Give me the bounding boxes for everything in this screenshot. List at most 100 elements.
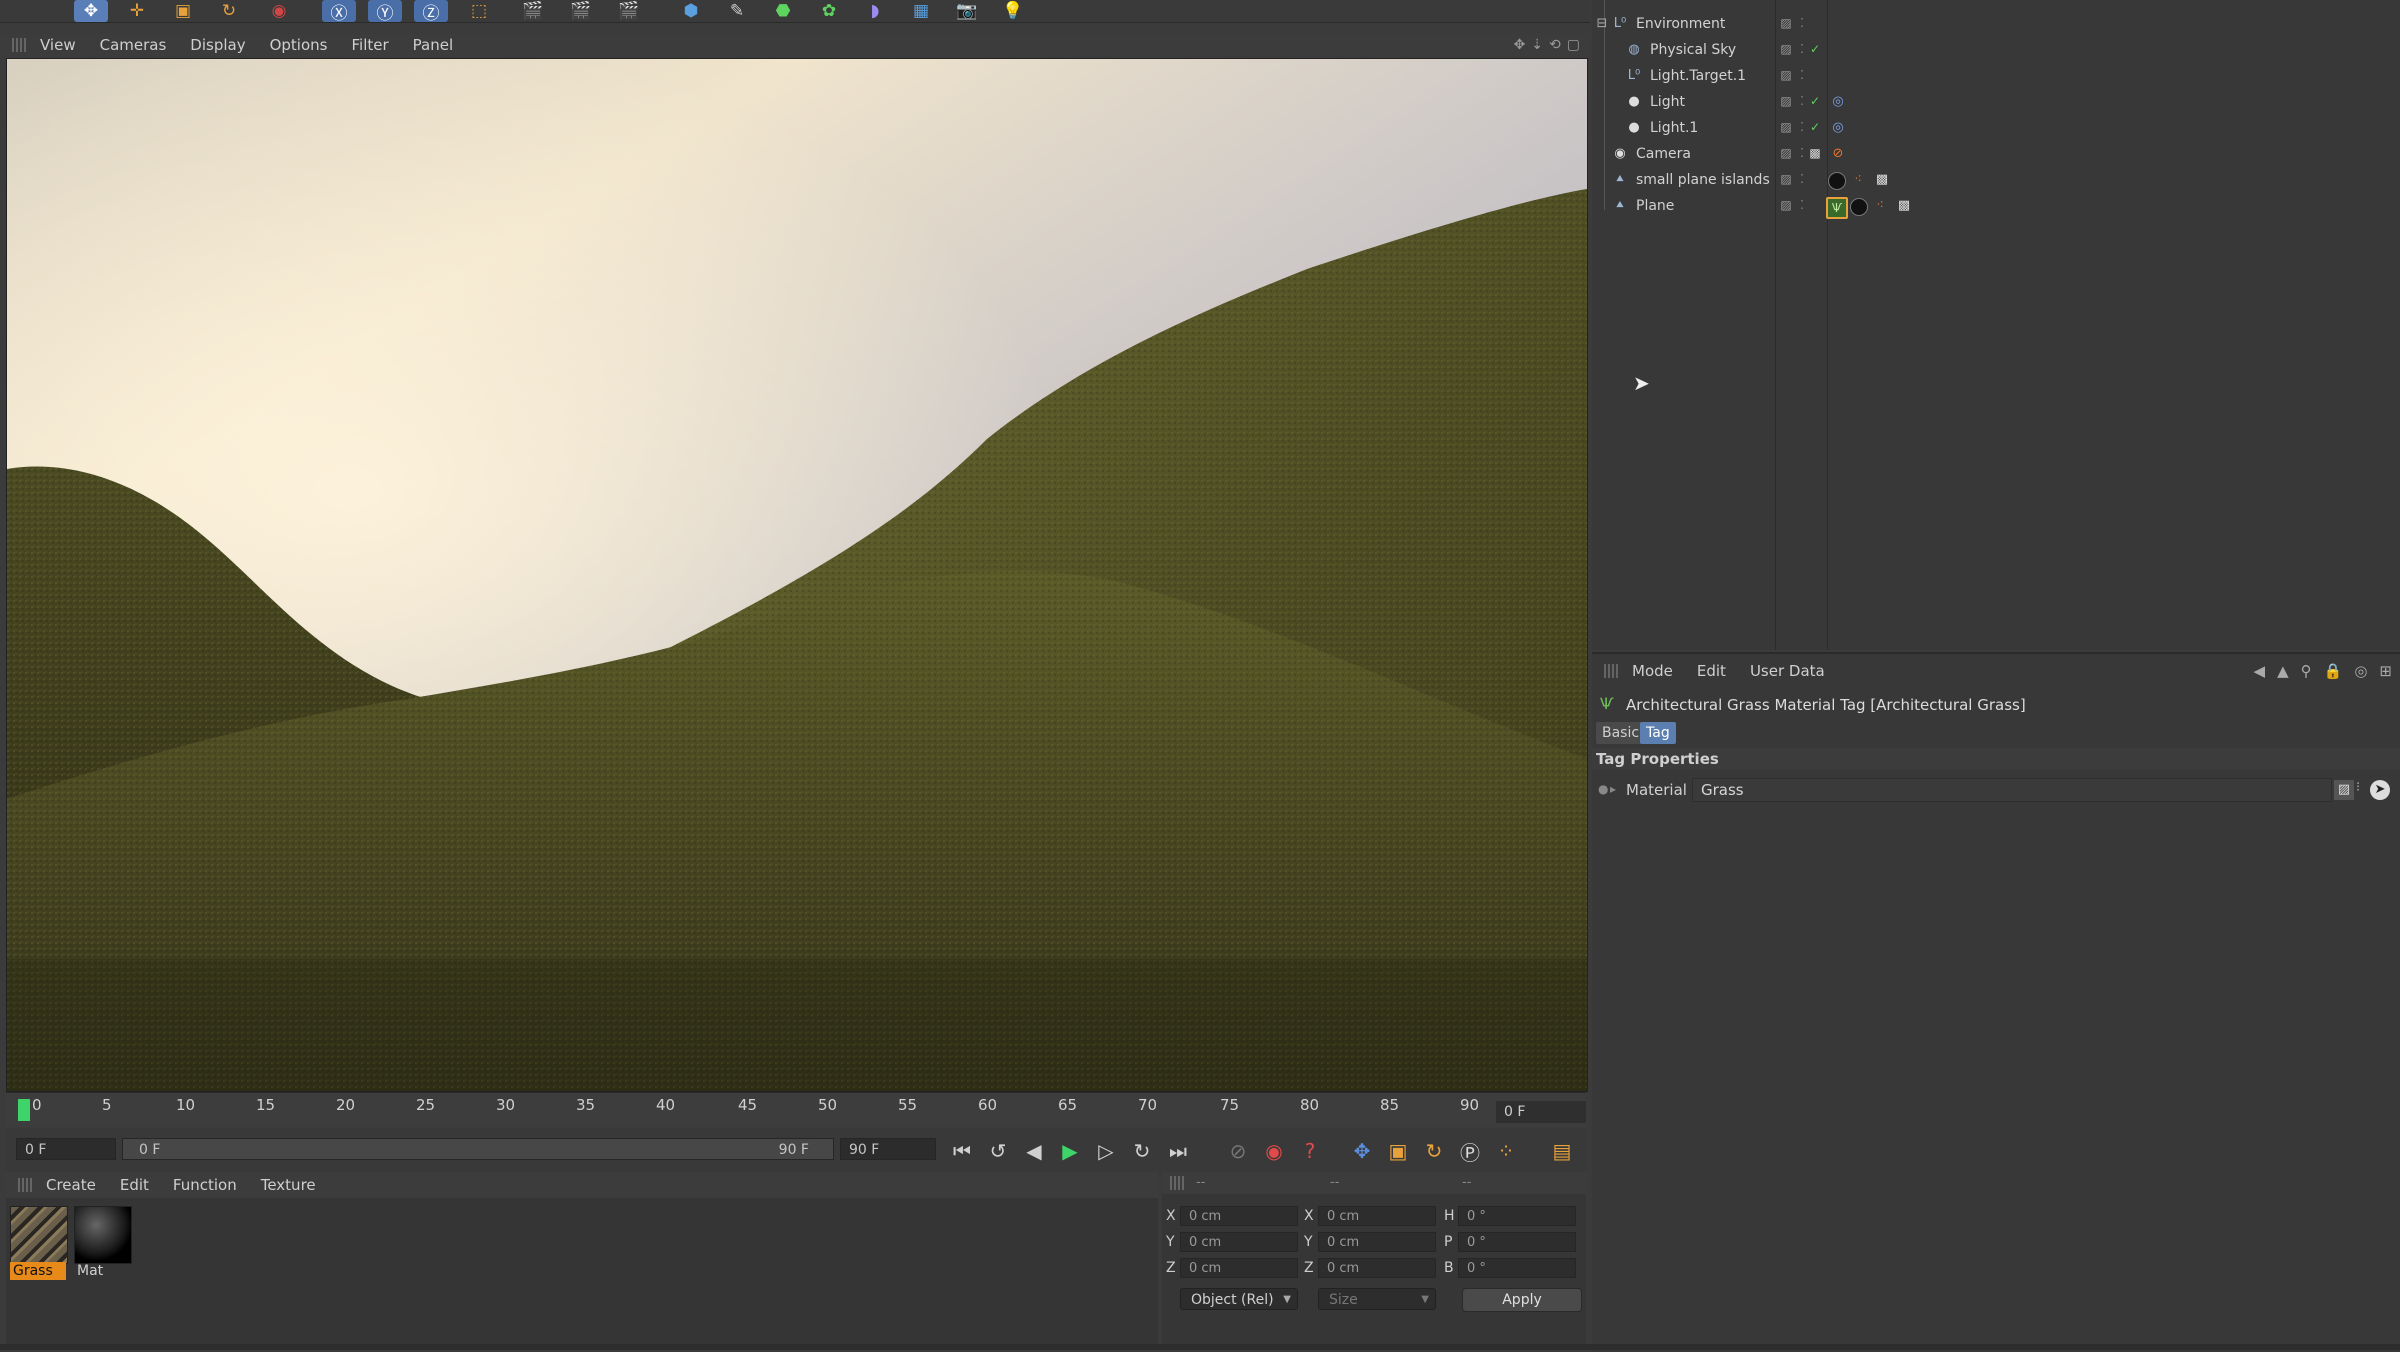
playhead-marker[interactable] (18, 1099, 30, 1121)
menu-create[interactable]: Create (46, 1176, 96, 1194)
panel-grip-icon[interactable] (18, 1178, 32, 1192)
previous-key-icon[interactable]: ↺ (982, 1135, 1014, 1167)
visibility-icon[interactable]: ▨ (1779, 42, 1793, 56)
enabled-check-icon[interactable]: ✓ (1808, 120, 1822, 134)
spline-pen-icon[interactable]: ✎ (720, 0, 754, 22)
menu-edit[interactable]: Edit (1697, 662, 1726, 680)
light-icon[interactable]: 💡 (996, 0, 1030, 22)
rotation-p-field[interactable]: 0 ° (1458, 1232, 1576, 1252)
tab-basic[interactable]: Basic (1596, 722, 1646, 744)
visibility-icon[interactable]: ▨ (1779, 16, 1793, 30)
key-scale-icon[interactable]: ▣ (1382, 1135, 1414, 1167)
play-icon[interactable]: ▶ (1054, 1135, 1086, 1167)
next-frame-icon[interactable]: ▷ (1090, 1135, 1122, 1167)
material-label[interactable]: Grass (10, 1262, 66, 1280)
position-x-field[interactable]: 0 cm (1180, 1206, 1298, 1226)
menu-function[interactable]: Function (173, 1176, 237, 1194)
rotate-tool-2-icon[interactable]: ↻ (212, 0, 246, 22)
layer-dots-icon[interactable]: ⁚ (1795, 172, 1809, 186)
viewport[interactable] (6, 58, 1588, 1092)
coordinate-mode-dropdown[interactable]: Object (Rel) ▼ (1180, 1288, 1298, 1310)
options-dots-icon[interactable]: ⁝ (2356, 780, 2360, 795)
material-link-field[interactable]: Grass (1692, 778, 2332, 802)
render-view-icon[interactable]: 🎬 (516, 0, 550, 22)
next-key-icon[interactable]: ↻ (1126, 1135, 1158, 1167)
key-param-icon[interactable]: Ⓟ (1454, 1135, 1486, 1167)
protection-tag-icon[interactable]: ⊘ (1828, 144, 1848, 164)
phong-tag-icon[interactable]: ⁖ (1848, 170, 1868, 190)
subdivision-icon[interactable]: ⬣ (766, 0, 800, 22)
menu-texture[interactable]: Texture (261, 1176, 316, 1194)
object-row-camera[interactable]: ◉ Camera ▨ ⁚ ▩ ⊘ (1592, 142, 2400, 168)
position-z-field[interactable]: 0 cm (1180, 1258, 1298, 1278)
go-to-start-icon[interactable]: ⏮ (946, 1135, 978, 1167)
dolly-icon[interactable]: ⇣ (1531, 37, 1543, 53)
menu-edit[interactable]: Edit (120, 1176, 149, 1194)
enabled-check-icon[interactable]: ✓ (1808, 42, 1822, 56)
orbit-icon[interactable]: ⟲ (1549, 37, 1561, 53)
pick-material-icon[interactable]: ➤ (2370, 780, 2390, 800)
scale-tool-icon[interactable]: ✛ (120, 0, 154, 22)
axis-z-icon[interactable]: Ⓩ (414, 0, 448, 24)
camera-icon[interactable]: 📷 (950, 0, 984, 22)
end-frame-field[interactable]: 90 F (840, 1138, 936, 1160)
panel-grip-icon[interactable] (12, 38, 26, 52)
menu-filter[interactable]: Filter (351, 36, 388, 54)
size-z-field[interactable]: 0 cm (1318, 1258, 1436, 1278)
range-slider[interactable]: 0 F 90 F (122, 1138, 834, 1160)
layer-dots-icon[interactable]: ⁚ (1795, 94, 1809, 108)
menu-user-data[interactable]: User Data (1750, 662, 1825, 680)
render-picture-viewer-icon[interactable]: 🎬 (564, 0, 598, 22)
apply-button[interactable]: Apply (1462, 1288, 1582, 1312)
rotation-b-field[interactable]: 0 ° (1458, 1258, 1576, 1278)
array-icon[interactable]: ✿ (812, 0, 846, 22)
target-tag-icon[interactable]: ◎ (1828, 118, 1848, 138)
render-settings-icon[interactable]: 🎬 (612, 0, 646, 22)
floor-icon[interactable]: ▦ (904, 0, 938, 22)
record-icon[interactable]: ◉ (262, 0, 296, 22)
layer-dots-icon[interactable]: ⁚ (1795, 198, 1809, 212)
object-row-physical-sky[interactable]: ◍ Physical Sky ▨ ⁚ ✓ (1592, 38, 2400, 64)
pan-icon[interactable]: ✥ (1514, 37, 1526, 53)
object-row-environment[interactable]: ⊟ L⁰ Environment ▨ ⁚ (1592, 12, 2400, 38)
material-swatch-mat[interactable] (74, 1206, 132, 1264)
cube-icon[interactable]: ⬢ (674, 0, 708, 22)
deformer-icon[interactable]: ◗ (858, 0, 892, 22)
layer-dots-icon[interactable]: ⁚ (1795, 120, 1809, 134)
key-rotation-icon[interactable]: ↻ (1418, 1135, 1450, 1167)
object-row-light[interactable]: ● Light ▨ ⁚ ✓ ◎ (1592, 90, 2400, 116)
panel-grip-icon[interactable] (1604, 664, 1618, 678)
panel-grip-icon[interactable] (1170, 1176, 1184, 1190)
rotation-h-field[interactable]: 0 ° (1458, 1206, 1576, 1226)
new-panel-icon[interactable]: ⊞ (2379, 662, 2392, 680)
object-row-small-plane-islands[interactable]: ⯅ small plane islands ▨ ⁚ ⁖ ▩ (1592, 168, 2400, 194)
layer-dots-icon[interactable]: ⁚ (1795, 16, 1809, 30)
axis-y-icon[interactable]: Ⓨ (368, 0, 402, 24)
start-frame-field[interactable]: 0 F (16, 1138, 116, 1160)
material-tag-icon[interactable] (1850, 198, 1868, 216)
phong-tag-icon[interactable]: ⁖ (1870, 196, 1890, 216)
object-row-plane[interactable]: ⯅ Plane ▨ ⁚ Ѱ ⁖ ▩ (1592, 194, 2400, 220)
collapse-icon[interactable]: ⊟ (1594, 16, 1610, 32)
timeline-ruler[interactable]: 0 5 10 15 20 25 30 35 40 45 50 55 60 65 … (6, 1092, 1586, 1127)
object-row-light-1[interactable]: ● Light.1 ▨ ⁚ ✓ ◎ (1592, 116, 2400, 142)
target-icon[interactable]: ◎ (2354, 662, 2367, 680)
compositing-tag-icon[interactable]: ▩ (1894, 196, 1914, 216)
lock-icon[interactable]: 🔒 (2324, 662, 2343, 680)
layer-dots-icon[interactable]: ⁚ (1795, 146, 1809, 160)
back-arrow-icon[interactable]: ◀ (2254, 662, 2266, 680)
visibility-icon[interactable]: ▨ (1779, 146, 1793, 160)
search-icon[interactable]: ⚲ (2301, 662, 2312, 680)
material-swatch-grass[interactable] (10, 1206, 68, 1264)
expand-arrow-icon[interactable]: ▸ (1610, 782, 1616, 796)
checker-tag-icon[interactable]: ▩ (1808, 146, 1822, 160)
menu-options[interactable]: Options (270, 36, 328, 54)
material-preview-icon[interactable]: ▨ (2334, 780, 2354, 800)
visibility-icon[interactable]: ▨ (1779, 68, 1793, 82)
coord-system-icon[interactable]: ⬚ (462, 0, 496, 22)
menu-view[interactable]: View (40, 36, 76, 54)
current-frame-field[interactable]: 0 F (1496, 1101, 1586, 1123)
menu-panel[interactable]: Panel (413, 36, 453, 54)
menu-cameras[interactable]: Cameras (100, 36, 167, 54)
grass-tag-icon[interactable]: Ѱ (1826, 197, 1848, 219)
